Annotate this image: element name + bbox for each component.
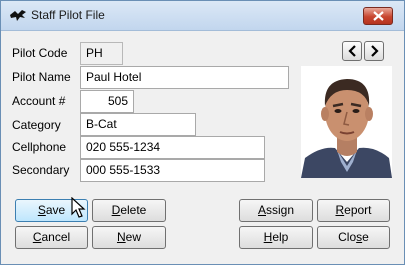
report-button[interactable]: Report bbox=[317, 199, 390, 222]
cellphone-field[interactable]: 020 555-1234 bbox=[80, 136, 265, 159]
help-button[interactable]: Help bbox=[239, 226, 313, 249]
bird-app-icon bbox=[10, 10, 26, 21]
mouse-cursor-icon bbox=[71, 197, 86, 218]
assign-button[interactable]: Assign bbox=[239, 199, 313, 222]
secondary-field[interactable]: 000 555-1533 bbox=[80, 159, 265, 182]
close-icon bbox=[373, 11, 384, 21]
chevron-right-icon bbox=[371, 45, 379, 57]
pilot-name-label: Pilot Name bbox=[12, 70, 71, 84]
pilot-code-label: Pilot Code bbox=[12, 46, 68, 60]
cancel-button[interactable]: Cancel bbox=[15, 226, 88, 249]
account-field[interactable]: 505 bbox=[80, 90, 134, 113]
pilot-code-field[interactable]: PH bbox=[80, 42, 123, 65]
title-bar[interactable]: Staff Pilot File bbox=[1, 1, 404, 31]
category-label: Category bbox=[12, 118, 61, 132]
cellphone-label: Cellphone bbox=[12, 140, 67, 154]
pilot-photo bbox=[301, 66, 392, 178]
next-record-button[interactable] bbox=[364, 41, 384, 61]
chevron-left-icon bbox=[348, 45, 356, 57]
account-label: Account # bbox=[12, 94, 66, 108]
staff-pilot-window: Staff Pilot File Pilot Code Pilot Name A… bbox=[0, 0, 405, 265]
previous-record-button[interactable] bbox=[342, 41, 362, 61]
window-title: Staff Pilot File bbox=[31, 8, 105, 22]
delete-button[interactable]: Delete bbox=[92, 199, 166, 222]
pilot-name-field[interactable]: Paul Hotel bbox=[80, 66, 289, 89]
category-field[interactable]: B-Cat bbox=[80, 113, 196, 136]
new-button[interactable]: New bbox=[92, 226, 166, 249]
close-button[interactable]: Close bbox=[317, 226, 390, 249]
secondary-label: Secondary bbox=[12, 163, 70, 177]
window-close-button[interactable] bbox=[363, 7, 393, 25]
